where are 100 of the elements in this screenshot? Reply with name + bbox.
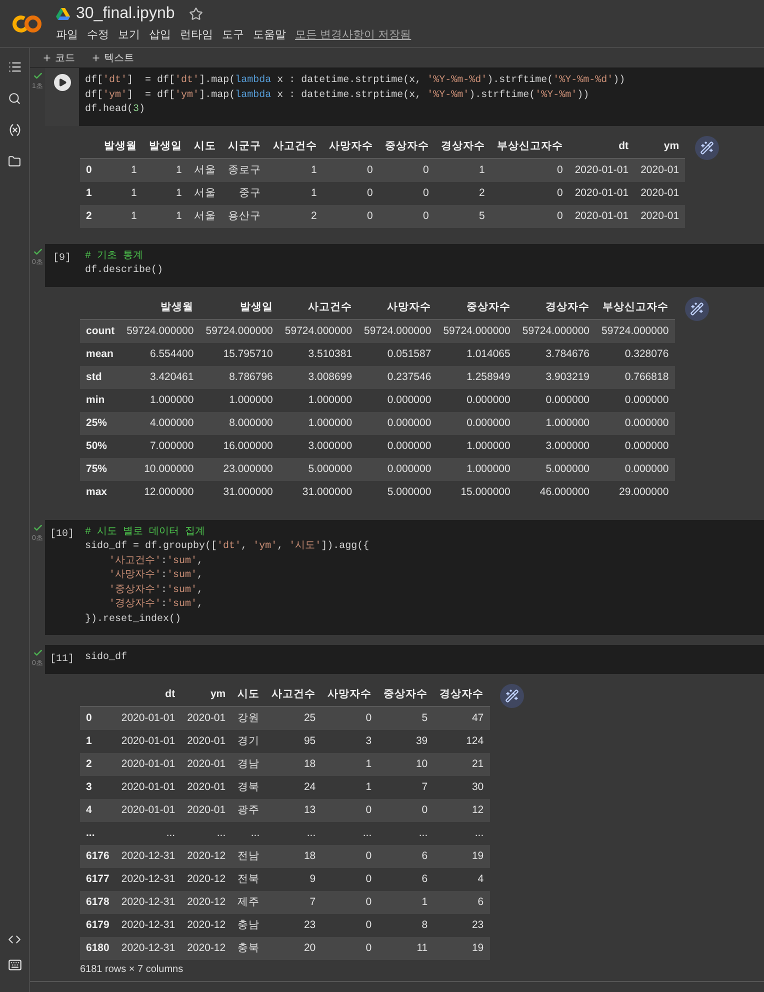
- table-footer: 6181 rows × 7 columns: [80, 960, 490, 975]
- row-index-cell: 6176: [80, 844, 116, 868]
- table-cell: 1.000000: [200, 388, 279, 412]
- table-header-cell: 시군구: [222, 134, 267, 158]
- magic-wand-button[interactable]: [695, 136, 720, 160]
- table-header-cell: 사고건수: [266, 682, 322, 706]
- table-cell: 광주: [232, 798, 266, 822]
- table-cell: 7: [378, 776, 434, 799]
- table-cell: 46.000000: [516, 480, 596, 504]
- code-line: df.head(3): [85, 103, 146, 118]
- table-cell: ...: [181, 822, 232, 845]
- table-cell: 5: [378, 706, 434, 730]
- code-cell[interactable]: [9] # 기초 통계 df.describe(): [45, 244, 764, 287]
- table-cell: ...: [266, 822, 322, 845]
- run-button[interactable]: [54, 74, 70, 92]
- variables-icon[interactable]: [8, 123, 22, 137]
- save-status-link[interactable]: 모든 변경사항이 저장됨: [295, 27, 412, 42]
- row-index-cell: 1: [80, 730, 116, 753]
- logo-icon: [12, 14, 42, 32]
- plus-icon: [91, 52, 101, 63]
- table-cell: 0.766818: [596, 366, 675, 389]
- notebook-title[interactable]: 30_final.ipynb: [76, 5, 175, 23]
- table-cell: 2020-12-31: [115, 890, 182, 914]
- table-cell: 24: [266, 776, 322, 799]
- table-cell: 59724.000000: [596, 319, 675, 343]
- table-cell: 1.258949: [437, 366, 516, 389]
- magic-wand-button[interactable]: [500, 684, 524, 708]
- magic-wand-button[interactable]: [684, 296, 709, 321]
- table-cell: 2020-01-01: [115, 798, 182, 822]
- table-cell: 0: [378, 204, 435, 228]
- table-cell: 15.795710: [200, 342, 279, 366]
- table-cell: 7: [266, 890, 322, 914]
- menu-item[interactable]: 삽입: [149, 27, 171, 42]
- code-cell[interactable]: df['dt'] = df['dt'].map(lambda x : datetime.strptime(x, '%Y-%m-%d').strftime('%Y-%m-%d')) df['ym'] = df['ym'].map(lambda x : datetime.strptime(x, '%Y-%m').strftime('%Y-%m')) df.head(3): [45, 68, 764, 126]
- table-cell: 경북: [232, 776, 266, 799]
- table-cell: 2020-12-31: [115, 914, 182, 937]
- table-cell: 0.237546: [358, 366, 438, 389]
- table-cell: 39: [378, 730, 434, 753]
- menu-item[interactable]: 도움말: [253, 27, 286, 42]
- menu-item[interactable]: 런타임: [180, 27, 213, 42]
- table-cell: 0.000000: [596, 412, 675, 435]
- table-cell: 서울: [188, 182, 222, 205]
- table-cell: 1.014065: [437, 342, 516, 366]
- table-cell: 1.000000: [437, 458, 516, 481]
- table-cell: 0.000000: [358, 434, 438, 458]
- menu-item[interactable]: 파일: [56, 27, 78, 42]
- table-cell: 4.000000: [120, 412, 200, 435]
- table-cell: 2020-12-31: [115, 844, 182, 868]
- code-line: df['ym'] = df['ym'].map(lambda x : datetime.strptime(x, '%Y-%m').strftime('%Y-%m')): [85, 88, 590, 103]
- table-cell: 3: [322, 730, 378, 753]
- table-cell: 1: [322, 776, 378, 799]
- folder-icon[interactable]: [8, 155, 21, 168]
- menu-item[interactable]: 수정: [87, 27, 109, 42]
- table-cell: ...: [434, 822, 490, 845]
- table-cell: 1: [142, 158, 188, 182]
- table-cell: 18: [266, 752, 322, 776]
- table-cell: 6: [378, 868, 434, 891]
- code-icon[interactable]: [8, 933, 22, 946]
- table-cell: 2020-01-01: [568, 182, 635, 205]
- row-index-cell: 2: [80, 204, 98, 228]
- code-cell[interactable]: [10] # 시도 별로 데이터 집계 sido_df = df.groupby(['dt', 'ym', '시도']).agg({ '사고건수':'sum', '사망자수':'sum', '중상자수':'sum', '경상자수':'sum', }).reset_index(): [45, 520, 764, 636]
- table-cell: 2020-12: [181, 868, 232, 891]
- table-cell: 강원: [232, 706, 266, 730]
- search-icon[interactable]: [8, 92, 21, 105]
- row-index-cell: 6178: [80, 890, 116, 914]
- table-cell: 2020-12: [181, 844, 232, 868]
- table-cell: 0.000000: [358, 458, 438, 481]
- table-cell: 15.000000: [437, 480, 516, 504]
- table-cell: 0: [490, 204, 569, 228]
- table-cell: 59724.000000: [358, 319, 438, 343]
- table-cell: 0.000000: [358, 412, 438, 435]
- table-of-contents-icon[interactable]: [8, 60, 22, 74]
- table-cell: 2020-01-01: [115, 730, 182, 753]
- table-cell: 1: [378, 890, 434, 914]
- code-cell[interactable]: [11] sido_df: [45, 645, 764, 674]
- table-cell: 전북: [232, 868, 266, 891]
- table-cell: 0.000000: [437, 412, 516, 435]
- add-cell-button[interactable]: 코드: [40, 50, 77, 65]
- star-icon[interactable]: [188, 7, 203, 21]
- table-cell: 0: [322, 844, 378, 868]
- table-cell: 8: [378, 914, 434, 937]
- code-line: '중상자수':'sum',: [108, 584, 204, 598]
- table-cell: 2020-01: [181, 752, 232, 776]
- table-cell: 1: [266, 182, 323, 205]
- table-header-cell: 경상자수: [434, 134, 491, 158]
- table-cell: 1.000000: [278, 412, 358, 435]
- menu-item[interactable]: 도구: [222, 27, 244, 42]
- row-index-cell: 6179: [80, 914, 116, 937]
- magic-wand-icon: [690, 302, 704, 316]
- table-cell: 4: [434, 868, 490, 891]
- table-cell: 9: [266, 868, 322, 891]
- table-cell: 124: [434, 730, 490, 753]
- table-cell: 8.000000: [200, 412, 279, 435]
- keyboard-icon[interactable]: [8, 958, 22, 972]
- add-cell-button[interactable]: 텍스트: [89, 50, 136, 65]
- table-cell: 충북: [232, 936, 266, 960]
- table-header-cell: 발생일: [200, 294, 279, 320]
- execution-count: [9]: [52, 252, 71, 266]
- table-cell: 2020-12: [181, 914, 232, 937]
- menu-item[interactable]: 보기: [118, 27, 140, 42]
